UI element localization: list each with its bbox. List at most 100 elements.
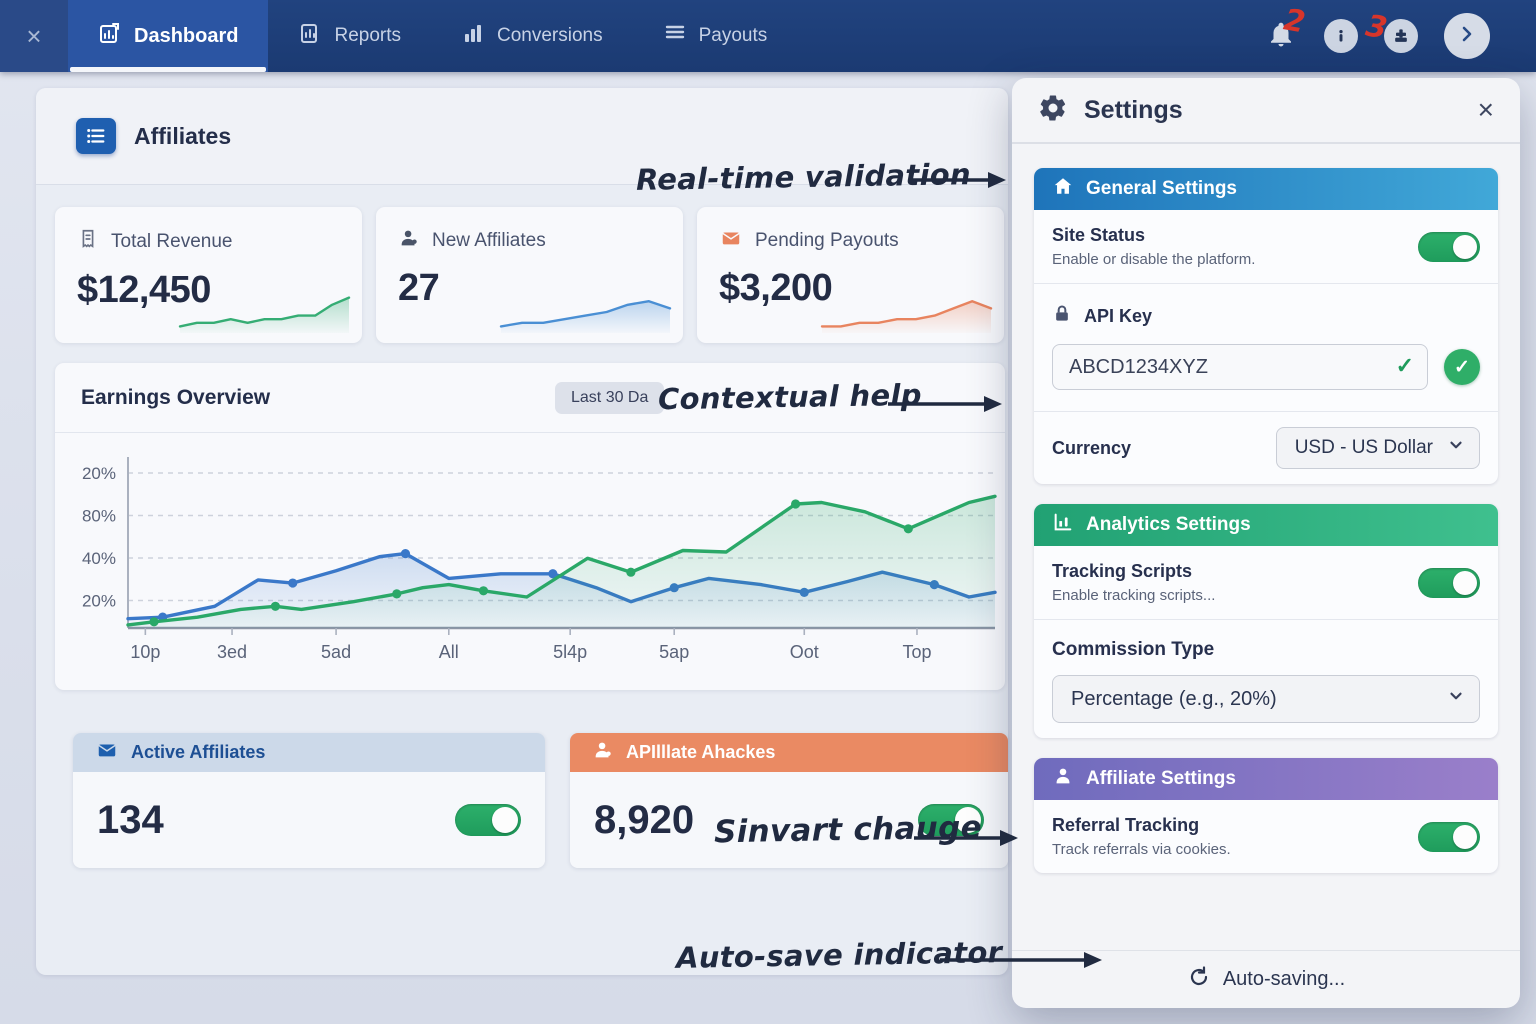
svg-text:20%: 20%: [82, 464, 116, 483]
affiliate-settings-section: Affiliate Settings Referral Tracking Tra…: [1034, 758, 1498, 873]
page-title: Affiliates: [134, 123, 231, 150]
card-value: 134: [97, 798, 164, 843]
reports-icon: [298, 21, 322, 51]
svg-text:Top: Top: [902, 642, 931, 662]
tab-reports[interactable]: Reports: [268, 0, 431, 72]
tracking-scripts-label: Tracking Scripts: [1052, 561, 1215, 582]
close-icon: ×: [26, 21, 41, 52]
autosave-text: Auto-saving...: [1223, 968, 1345, 991]
settings-title: Settings: [1084, 96, 1183, 125]
dashboard-icon: [98, 21, 122, 51]
svg-text:Oot: Oot: [790, 642, 819, 662]
api-key-label: API Key: [1084, 306, 1152, 327]
general-settings-section: General Settings Site Status Enable or d…: [1034, 168, 1498, 484]
svg-text:5l4p: 5l4p: [553, 642, 587, 662]
analytics-icon: [1052, 511, 1074, 539]
annotation-arrow: [912, 826, 1020, 850]
svg-text:5ad: 5ad: [321, 642, 351, 662]
toggle-knob: [1453, 571, 1477, 595]
gear-icon: [1038, 93, 1068, 128]
revenue-sparkline: [177, 287, 352, 335]
site-status-row: Site Status Enable or disable the platfo…: [1034, 210, 1498, 284]
annotation-arrow: [938, 948, 1106, 972]
svg-text:All: All: [439, 642, 459, 662]
currency-value: USD - US Dollar: [1295, 437, 1433, 459]
receipt-icon: [77, 227, 99, 257]
active-affiliates-header: Active Affiliates: [73, 733, 545, 772]
svg-text:10p: 10p: [130, 642, 160, 662]
currency-row: Currency USD - US Dollar: [1034, 412, 1498, 484]
account-button[interactable]: [1384, 19, 1418, 53]
tab-payouts[interactable]: Payouts: [633, 0, 798, 72]
tab-label: Conversions: [497, 25, 603, 47]
annotation-arrow: [886, 392, 1004, 416]
affiliates-icon: [76, 118, 116, 154]
referral-tracking-toggle[interactable]: [1418, 822, 1480, 852]
sidebar-close-button[interactable]: ×: [0, 0, 68, 72]
commission-type-label: Commission Type: [1052, 639, 1480, 661]
tab-conversions[interactable]: Conversions: [431, 0, 633, 72]
stat-card-total-revenue: Total Revenue $12,450: [55, 207, 362, 343]
site-status-toggle[interactable]: [1418, 232, 1480, 262]
tab-label: Dashboard: [134, 25, 238, 48]
validation-check-badge: ✓: [1444, 349, 1480, 385]
toggle-knob: [1453, 825, 1477, 849]
stat-card-pending-payouts: Pending Payouts $3,200: [697, 207, 1004, 343]
svg-text:40%: 40%: [82, 549, 116, 568]
chevron-down-icon: [1447, 687, 1465, 711]
home-icon: [1052, 175, 1074, 203]
referral-tracking-desc: Track referrals via cookies.: [1052, 841, 1231, 858]
info-button[interactable]: [1324, 19, 1358, 53]
affiliate-settings-header: Affiliate Settings: [1034, 758, 1498, 800]
referral-tracking-row: Referral Tracking Track referrals via co…: [1034, 800, 1498, 873]
envelope-icon: [95, 739, 119, 766]
upload-icon: [1384, 19, 1418, 53]
api-key-row: API Key ✓ ✓: [1034, 284, 1498, 412]
chevron-right-icon: [1455, 22, 1479, 51]
tab-dashboard[interactable]: Dashboard: [68, 0, 268, 72]
section-title: General Settings: [1086, 178, 1237, 200]
envelope-icon: [719, 227, 743, 255]
chevron-down-icon: [1447, 436, 1465, 460]
svg-text:5ap: 5ap: [659, 642, 689, 662]
tracking-scripts-desc: Enable tracking scripts...: [1052, 587, 1215, 604]
card-value: 8,920: [594, 798, 694, 843]
payouts-sparkline: [819, 287, 994, 335]
active-affiliates-toggle[interactable]: [455, 804, 521, 836]
card-title: Active Affiliates: [131, 742, 265, 763]
annotation-arrow: [908, 168, 1008, 192]
tracking-scripts-toggle[interactable]: [1418, 568, 1480, 598]
section-title: Analytics Settings: [1086, 514, 1251, 536]
svg-text:3ed: 3ed: [217, 642, 247, 662]
close-icon[interactable]: ×: [1478, 96, 1494, 124]
tracking-scripts-row: Tracking Scripts Enable tracking scripts…: [1034, 546, 1498, 620]
user-icon: [1052, 765, 1074, 793]
settings-header: Settings ×: [1012, 78, 1520, 144]
api-key-input[interactable]: [1052, 344, 1428, 390]
commission-type-select[interactable]: Percentage (e.g., 20%): [1052, 675, 1480, 723]
expand-panel-button[interactable]: [1444, 13, 1490, 59]
site-status-desc: Enable or disable the platform.: [1052, 251, 1255, 268]
currency-select[interactable]: USD - US Dollar: [1276, 427, 1480, 469]
affiliate-ahackes-header: APIlllate Ahackes: [570, 733, 1008, 772]
site-status-label: Site Status: [1052, 225, 1255, 246]
info-icon: [1324, 19, 1358, 53]
tab-label: Reports: [334, 25, 401, 47]
stat-label: Pending Payouts: [755, 230, 899, 252]
stat-label: New Affiliates: [432, 230, 546, 252]
stats-row: Total Revenue $12,450 New Affiliates 27 …: [55, 207, 1005, 343]
date-range-button[interactable]: Last 30 Da: [555, 382, 664, 414]
analytics-settings-section: Analytics Settings Tracking Scripts Enab…: [1034, 504, 1498, 738]
user-icon: [398, 227, 420, 255]
tab-label: Payouts: [699, 25, 768, 47]
active-affiliates-card: Active Affiliates 134: [73, 733, 545, 868]
bar-chart-icon: [461, 21, 485, 51]
analytics-settings-header: Analytics Settings: [1034, 504, 1498, 546]
card-title: APIlllate Ahackes: [626, 742, 775, 763]
refresh-icon: [1187, 965, 1211, 995]
nav-tabs: Dashboard Reports Conversions Payouts: [68, 0, 797, 72]
svg-text:80%: 80%: [82, 507, 116, 526]
commission-type-value: Percentage (e.g., 20%): [1071, 688, 1277, 711]
stat-card-new-affiliates: New Affiliates 27: [376, 207, 683, 343]
svg-text:20%: 20%: [82, 592, 116, 611]
